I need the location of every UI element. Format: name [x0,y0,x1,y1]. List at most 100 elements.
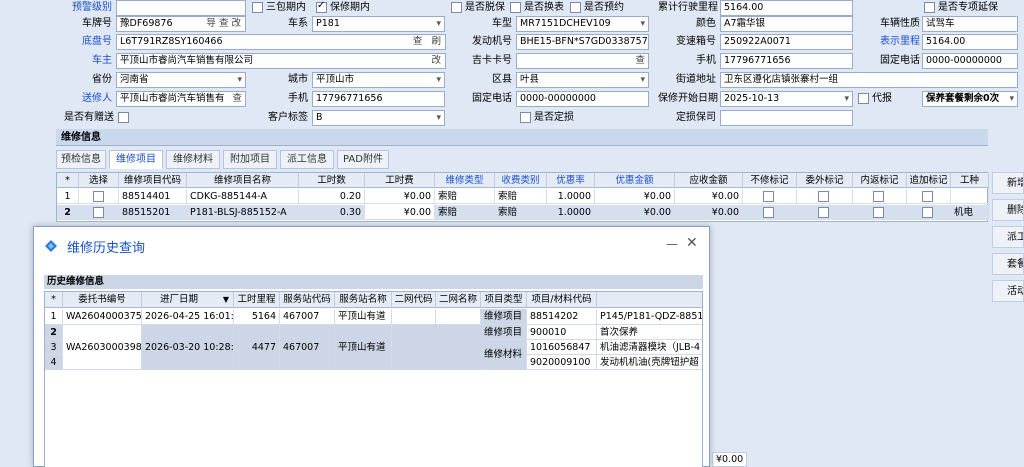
gift-checkbox[interactable] [118,112,129,123]
table-cell[interactable] [853,205,907,220]
append-checkbox[interactable] [922,191,933,202]
vin-field[interactable]: L6T791RZ8SY160466 查 刷 [116,34,446,50]
col-header[interactable]: 维修项目代码 [119,173,187,188]
no-repair-checkbox[interactable] [763,207,774,218]
item-code-cell[interactable]: 1016056847 [527,340,597,355]
sub-name-cell[interactable] [436,309,481,325]
table-row-select-cell[interactable] [79,189,119,204]
col-header[interactable]: 优惠率 [547,173,595,188]
warranty-period-checkbox[interactable] [316,0,327,13]
off-warranty-checkbox[interactable] [451,2,462,13]
gearbox-field[interactable]: 250922A0071 [720,34,853,50]
col-header[interactable]: 二网代码 [392,292,436,308]
row-select-checkbox[interactable] [93,191,104,202]
tab-pad-attachments[interactable]: PAD附件 [337,150,389,169]
table-cell[interactable]: 索赔 [495,205,547,220]
table-cell[interactable] [797,205,853,220]
date-cell[interactable]: 2026-04-25 16:01:56 [142,309,234,325]
item-type-cell[interactable]: 维修材料 [481,340,527,370]
appointment-checkbox[interactable] [570,2,581,13]
mobile-field[interactable]: 17796771656 [720,53,853,69]
table-cell[interactable] [853,189,907,204]
table-cell[interactable]: 88515201 [119,205,187,220]
package-select[interactable]: 保养套餐剩余0次 [922,91,1018,107]
table-cell[interactable]: 1.0000 [547,189,595,204]
item-code-cell[interactable]: 900010 [527,325,597,340]
sender-field[interactable]: 平顶山市睿尚汽车销售有查 [116,91,246,107]
vehicle-nature-field[interactable]: 试驾车 [922,16,1018,32]
table-cell[interactable]: 索赔 [495,189,547,204]
series-select[interactable]: P181 [312,16,445,32]
tab-precheck[interactable]: 预检信息 [56,150,106,169]
order-number-cell[interactable]: WA2603000398 [63,325,142,370]
special-warranty-checkbox[interactable] [924,2,935,13]
station-code-cell[interactable]: 467007 [280,325,335,370]
item-name-cell[interactable]: 发动机机油(壳牌钮护超 [597,355,702,370]
warranty-start-date[interactable]: 2025-10-13 [720,91,853,107]
activity-button[interactable]: 活动 [992,280,1024,302]
internal-return-checkbox[interactable] [873,207,884,218]
tab-repair-materials[interactable]: 维修材料 [166,150,220,169]
date-cell[interactable]: 2026-03-20 10:28:40 [142,325,234,370]
col-header[interactable]: 选择 [79,173,119,188]
table-cell[interactable]: 0.30 [299,205,365,220]
table-row-select-cell[interactable] [79,205,119,220]
table-cell[interactable]: ¥0.00 [365,189,435,204]
close-icon[interactable]: ✕ [686,235,698,251]
col-header[interactable]: 优惠金额 [595,173,675,188]
dispatch-button[interactable]: 派工 [992,226,1024,248]
col-header[interactable]: 项目/材料代码 [527,292,597,308]
delete-button[interactable]: 删除 [992,199,1024,221]
table-cell[interactable]: 1.0000 [547,205,595,220]
sender-phone-field[interactable]: 0000-00000000 [516,91,649,107]
plate-import-button[interactable]: 导 [206,18,216,29]
table-cell[interactable]: 0.20 [299,189,365,204]
vin-scan-button[interactable]: 刷 [431,36,441,47]
station-name-cell[interactable]: 平顶山有道 [335,309,392,325]
table-cell[interactable]: 索赔 [435,189,495,204]
proxy-checkbox[interactable] [858,93,869,104]
street-field[interactable]: 卫东区遵化店镇张寨村一组 [720,72,1018,88]
col-header[interactable]: 工时费 [365,173,435,188]
outsource-checkbox[interactable] [818,207,829,218]
meter-replaced-checkbox[interactable] [510,2,521,13]
total-mileage-field[interactable]: 5164.00 [720,0,853,16]
phone-field[interactable]: 0000-00000000 [922,53,1018,69]
warning-level-field[interactable] [116,0,246,16]
card-query-button[interactable]: 查 [635,54,645,68]
col-header[interactable]: 应收金额 [675,173,743,188]
minimize-icon[interactable]: — [666,237,678,251]
tab-dispatch-info[interactable]: 派工信息 [280,150,334,169]
col-header[interactable] [597,292,702,308]
loss-checkbox[interactable] [520,112,531,123]
col-header[interactable]: 维修类型 [435,173,495,188]
add-button[interactable]: 新增 [992,172,1024,194]
card-field[interactable]: 查 [516,53,649,69]
vin-query-button[interactable]: 查 [413,36,423,47]
col-header[interactable]: 进厂日期 ▼ [142,292,234,308]
table-cell[interactable]: P181-BLSJ-885152-A [187,205,299,220]
city-select[interactable]: 平顶山市 [312,72,445,88]
plate-query-button[interactable]: 查 [219,18,229,29]
col-header[interactable]: 委托书编号 [63,292,142,308]
dialog-titlebar[interactable]: 维修历史查询 — ✕ [34,227,709,265]
owner-edit-button[interactable]: 改 [431,54,441,68]
color-field[interactable]: A7霜华银 [720,16,853,32]
col-header[interactable]: 工时数 [299,173,365,188]
mileage-cell[interactable]: 4477 [234,325,280,370]
model-select[interactable]: MR7151DCHEV109 [516,16,649,32]
engine-field[interactable]: BHE15-BFN*S7GD0338757* [516,34,649,50]
item-type-cell[interactable]: 维修项目 [481,309,527,325]
district-select[interactable]: 叶县 [516,72,649,88]
item-code-cell[interactable]: 9020009100 [527,355,597,370]
customer-tag-select[interactable]: B [312,110,445,126]
outsource-checkbox[interactable] [818,191,829,202]
col-header[interactable]: 二网名称 [436,292,481,308]
table-cell[interactable]: 机电 [951,205,989,220]
no-repair-checkbox[interactable] [763,191,774,202]
item-name-cell[interactable]: 机油滤清器模块（JLB-4 [597,340,702,355]
sub-code-cell[interactable] [392,309,436,325]
col-header[interactable]: 不修标记 [743,173,797,188]
table-cell[interactable]: ¥0.00 [595,205,675,220]
table-cell[interactable]: ¥0.00 [675,189,743,204]
